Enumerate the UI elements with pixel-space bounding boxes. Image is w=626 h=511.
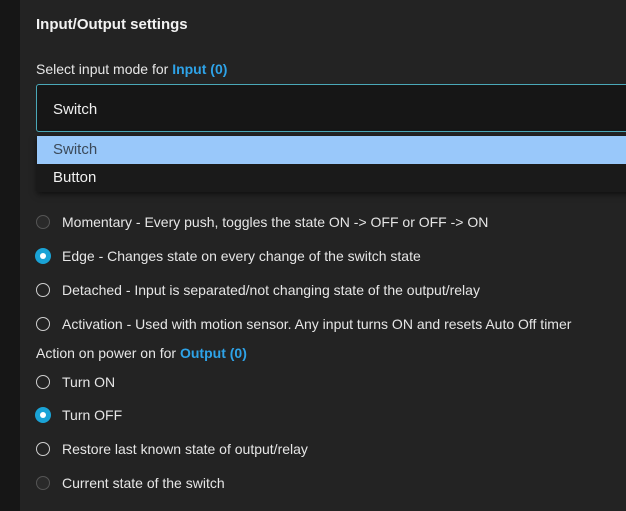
radio-option-detached[interactable]: Detached - Input is separated/not changi…: [36, 280, 480, 300]
radio-label: Edge - Changes state on every change of …: [62, 248, 421, 264]
radio-button[interactable]: [36, 476, 50, 490]
input-mode-label: Select input mode for Input (0): [36, 61, 227, 77]
input-mode-dropdown: Switch Button: [37, 136, 626, 192]
input-mode-select[interactable]: Switch: [36, 84, 626, 132]
radio-label: Current state of the switch: [62, 475, 225, 491]
radio-button[interactable]: [36, 375, 50, 389]
radio-option-restore[interactable]: Restore last known state of output/relay: [36, 439, 308, 459]
input-mode-selected-value: Switch: [53, 101, 98, 118]
radio-button-checked[interactable]: [35, 407, 51, 423]
radio-label: Turn OFF: [62, 407, 123, 423]
power-on-label-text: Action on power on for: [36, 345, 180, 361]
radio-button[interactable]: [36, 215, 50, 229]
power-on-label: Action on power on for Output (0): [36, 345, 247, 361]
left-gutter: [0, 0, 20, 511]
radio-label: Activation - Used with motion sensor. An…: [62, 316, 572, 332]
radio-button[interactable]: [36, 317, 50, 331]
section-title: Input/Output settings: [36, 16, 188, 33]
radio-option-turn-on[interactable]: Turn ON: [36, 372, 115, 392]
input-name: Input (0): [172, 61, 228, 77]
radio-option-activation[interactable]: Activation - Used with motion sensor. An…: [36, 314, 571, 334]
radio-option-switch-state[interactable]: Current state of the switch: [36, 473, 225, 493]
radio-label: Momentary - Every push, toggles the stat…: [62, 214, 489, 230]
radio-label: Restore last known state of output/relay: [62, 441, 308, 457]
radio-label: Detached - Input is separated/not changi…: [62, 282, 480, 298]
dropdown-option-button[interactable]: Button: [37, 164, 626, 192]
radio-option-edge[interactable]: Edge - Changes state on every change of …: [35, 246, 421, 266]
radio-button[interactable]: [36, 283, 50, 297]
output-name: Output (0): [179, 345, 247, 361]
radio-option-momentary[interactable]: Momentary - Every push, toggles the stat…: [36, 212, 488, 232]
radio-label: Turn ON: [62, 374, 116, 390]
input-mode-label-text: Select input mode for: [36, 61, 173, 77]
radio-button[interactable]: [36, 442, 50, 456]
dropdown-option-switch[interactable]: Switch: [37, 136, 626, 164]
radio-button-checked[interactable]: [35, 248, 51, 264]
radio-option-turn-off[interactable]: Turn OFF: [35, 405, 123, 425]
